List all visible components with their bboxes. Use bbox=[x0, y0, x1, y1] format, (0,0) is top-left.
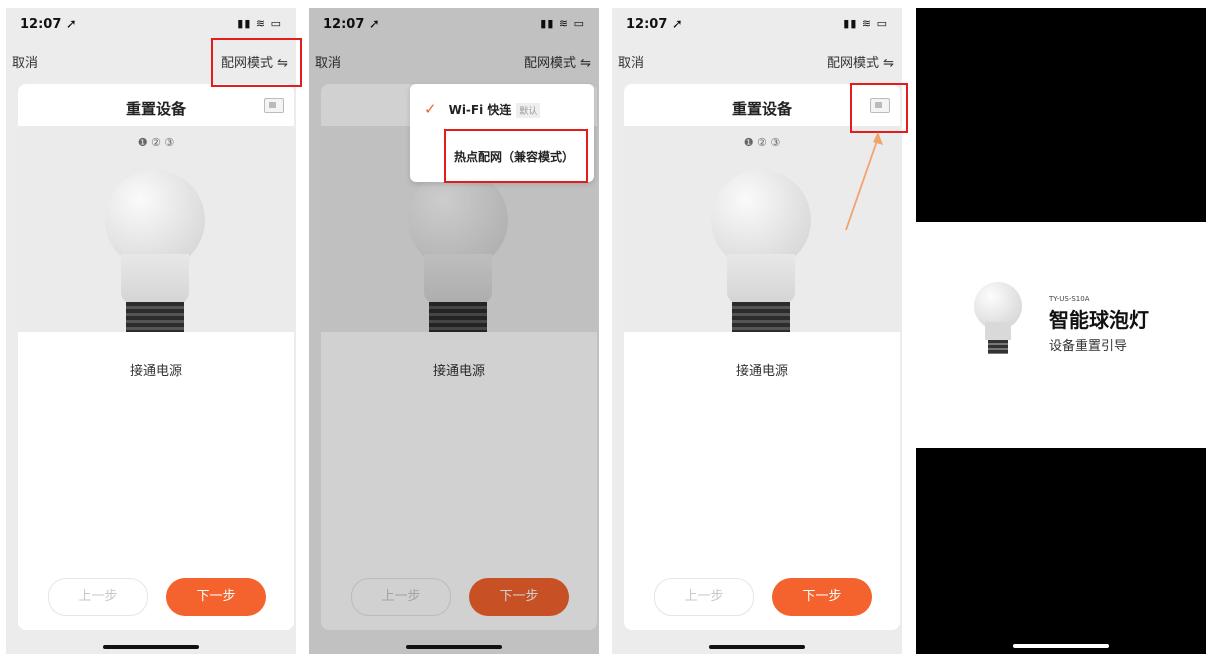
next-button[interactable]: 下一步 bbox=[166, 578, 266, 616]
cancel-button[interactable]: 取消 bbox=[12, 52, 38, 71]
bulb-neck bbox=[121, 254, 189, 304]
check-icon: ✓ bbox=[424, 100, 437, 118]
default-badge: 默认 bbox=[516, 103, 541, 118]
home-indicator[interactable] bbox=[406, 645, 502, 649]
status-icons: ▮▮ ≋ ▭ bbox=[237, 17, 282, 30]
arrow-icon bbox=[845, 132, 883, 231]
video-guide-panel: TY-US-S10A 智能球泡灯 设备重置引导 bbox=[916, 8, 1206, 654]
product-subtitle: 设备重置引导 bbox=[1049, 339, 1128, 354]
bulb-icon-base bbox=[988, 340, 1008, 354]
step-indicator: ❶ ② ③ bbox=[137, 136, 175, 149]
reset-card: 重置设备 ❶ ② ③ 接通电源 上一步 下一步 bbox=[18, 84, 294, 630]
status-time: 12:07 ➚ bbox=[626, 17, 683, 32]
menu-item-wifi-quick[interactable]: ✓ Wi-Fi 快连 默认 bbox=[424, 100, 541, 118]
highlight-hotspot-option bbox=[444, 129, 588, 183]
home-indicator[interactable] bbox=[709, 645, 805, 649]
highlight-network-mode bbox=[211, 38, 302, 87]
card-title: 重置设备 bbox=[125, 100, 186, 118]
status-bar: 12:07 ➚ ▮▮ ≋ ▭ bbox=[6, 8, 296, 36]
product-title: 智能球泡灯 bbox=[1049, 308, 1149, 332]
bulb-photo: ❶ ② ③ bbox=[18, 126, 294, 332]
menu-item-label: Wi-Fi 快连 bbox=[448, 103, 512, 117]
home-indicator[interactable] bbox=[103, 645, 199, 649]
bulb-base bbox=[732, 302, 790, 332]
next-button[interactable]: 下一步 bbox=[772, 578, 872, 616]
prev-button[interactable]: 上一步 bbox=[654, 578, 754, 616]
phone-screen-1: 12:07 ➚ ▮▮ ≋ ▭ 取消 配网模式 ⇋ 重置设备 ❶ ② ③ 接通电源… bbox=[6, 8, 296, 654]
home-indicator[interactable] bbox=[1013, 644, 1109, 648]
video-title-card: TY-US-S10A 智能球泡灯 设备重置引导 bbox=[916, 222, 1206, 448]
model-number: TY-US-S10A bbox=[1049, 295, 1090, 303]
network-mode-button[interactable]: 配网模式 ⇋ bbox=[827, 52, 894, 71]
step-caption: 接通电源 bbox=[735, 364, 788, 379]
step-caption: 接通电源 bbox=[129, 364, 182, 379]
highlight-video-icon bbox=[850, 83, 908, 133]
nav-bar: 取消 配网模式 ⇋ bbox=[612, 48, 902, 74]
status-time: 12:07 ➚ bbox=[20, 17, 77, 32]
bulb-neck bbox=[727, 254, 795, 304]
bulb-base bbox=[126, 302, 184, 332]
status-icons: ▮▮ ≋ ▭ bbox=[843, 17, 888, 30]
video-icon[interactable] bbox=[264, 98, 284, 113]
bulb-icon-neck bbox=[985, 322, 1011, 340]
prev-button[interactable]: 上一步 bbox=[48, 578, 148, 616]
phone-screen-2: 12:07 ➚ ▮▮ ≋ ▭ 取消 配网模式 ⇋ 重置设备 ❶ ② ③ 接通电源… bbox=[309, 8, 599, 654]
cancel-button[interactable]: 取消 bbox=[618, 52, 644, 71]
status-bar: 12:07 ➚ ▮▮ ≋ ▭ bbox=[612, 8, 902, 36]
